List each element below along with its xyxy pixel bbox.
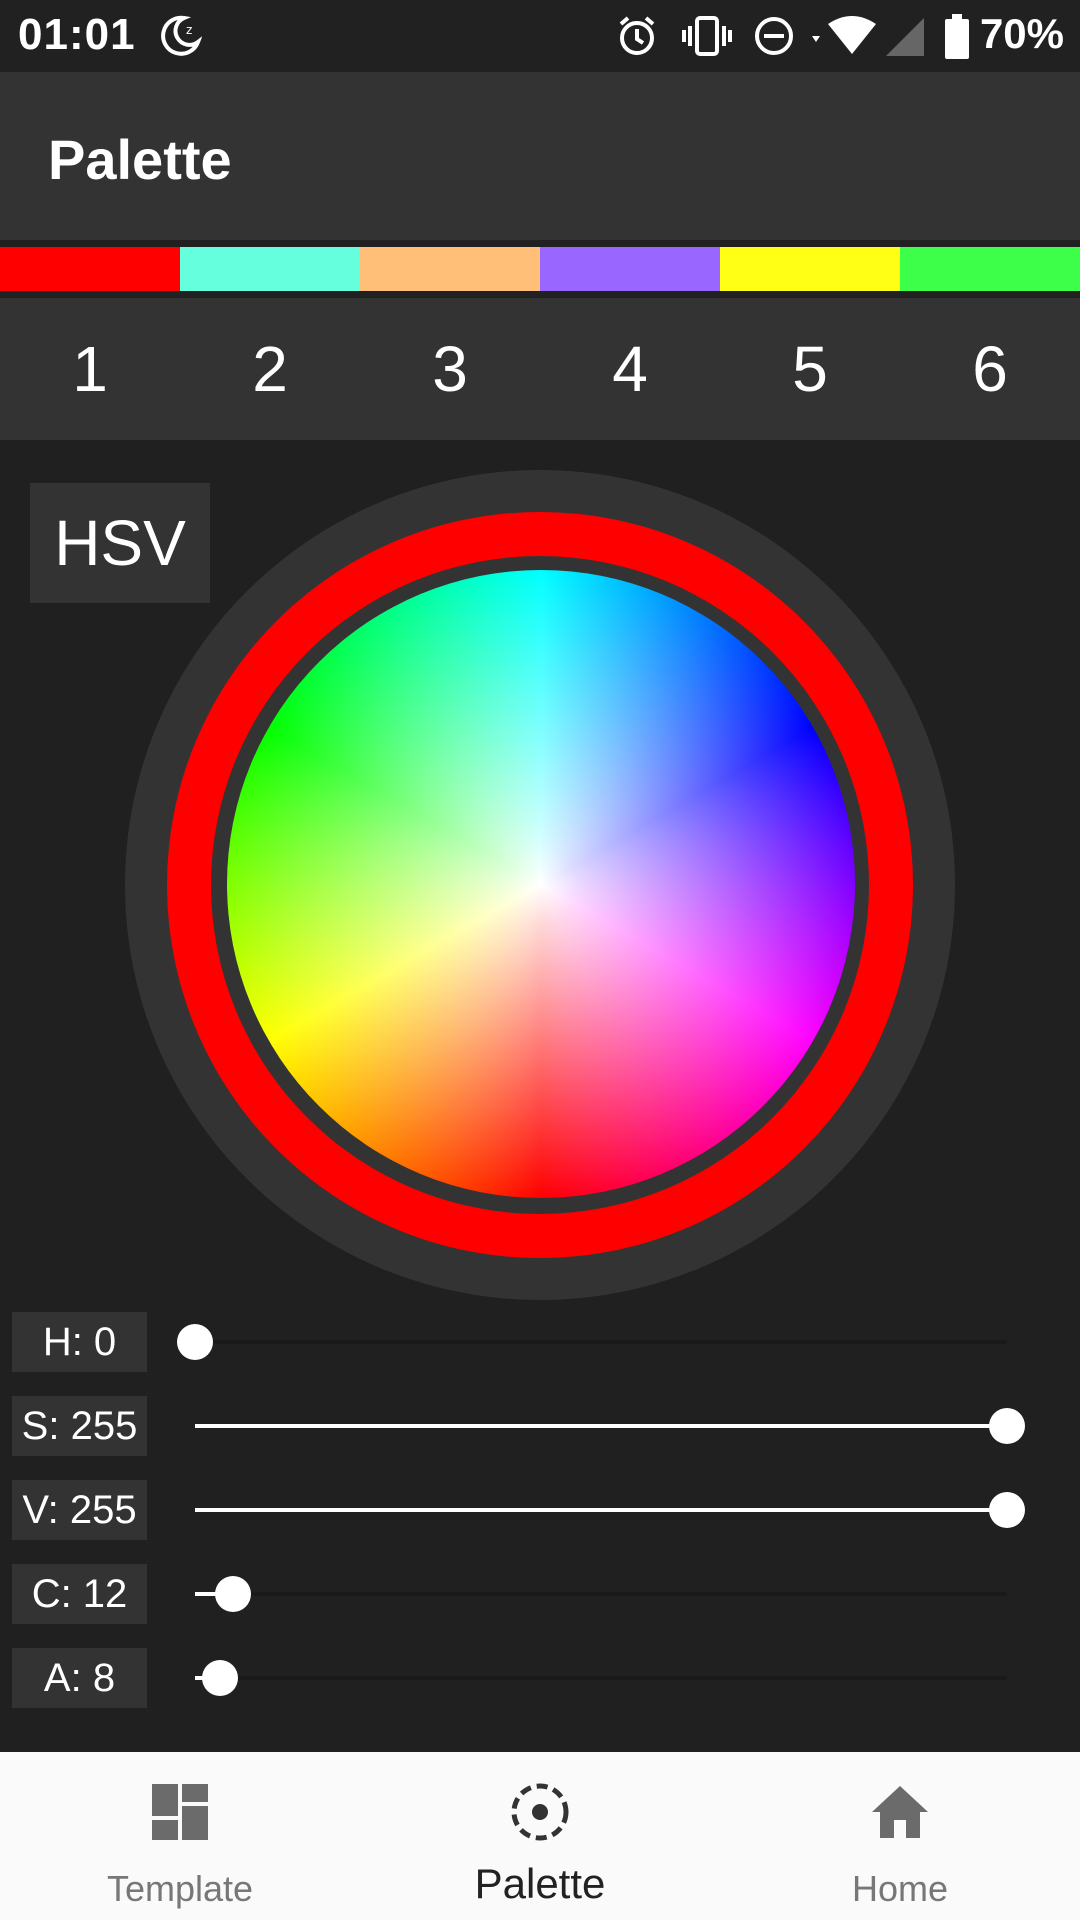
do-not-disturb-moon-icon: z (158, 14, 203, 63)
alarm-icon (615, 14, 659, 63)
palette-swatch-6[interactable] (900, 247, 1080, 291)
svg-text:z: z (186, 23, 192, 37)
cell-signal-icon (884, 14, 928, 63)
vibrate-icon (682, 14, 732, 63)
palette-swatch-4[interactable] (540, 247, 720, 291)
nav-item-home[interactable]: Home (720, 1752, 1080, 1920)
c-slider-row: C: 12 (0, 1562, 1080, 1626)
hue-label: H: 0 (12, 1312, 147, 1372)
wifi-icon (810, 14, 880, 63)
value-label: V: 255 (12, 1480, 147, 1540)
app-bar: Palette (0, 72, 1080, 240)
status-bar: 01:01 z 70% (0, 0, 1080, 72)
color-wheel[interactable] (227, 570, 855, 1198)
tab-slot-2[interactable]: 2 (180, 298, 360, 440)
saturation-label: S: 255 (12, 1396, 147, 1456)
saturation-slider-row: S: 255 (0, 1394, 1080, 1458)
tab-slot-1[interactable]: 1 (0, 298, 180, 440)
alpha-label: A: 8 (12, 1648, 147, 1708)
battery-icon (944, 14, 970, 65)
hue-slider-thumb[interactable] (177, 1324, 213, 1360)
nav-label-template: Template (106, 1868, 254, 1909)
palette-color-strip (0, 240, 1080, 300)
saturation-slider-thumb[interactable] (989, 1408, 1025, 1444)
color-mode-button[interactable]: HSV (30, 483, 210, 603)
nav-label-palette: Palette (474, 1860, 606, 1907)
value-slider[interactable] (195, 1492, 1025, 1528)
dnd-minus-icon (752, 14, 796, 63)
c-slider-thumb[interactable] (215, 1576, 252, 1612)
dashboard-icon (150, 1782, 210, 1842)
palette-swatch-1[interactable] (0, 247, 180, 291)
nav-item-palette[interactable]: Palette (360, 1752, 720, 1920)
saturation-slider-fill (195, 1424, 1007, 1428)
page-title: Palette (48, 128, 232, 191)
nav-item-template[interactable]: Template (0, 1752, 360, 1920)
bottom-navigation: Template Palette Home (0, 1752, 1080, 1920)
status-time: 01:01 (18, 10, 136, 59)
color-target-icon (510, 1782, 570, 1842)
alpha-slider-thumb[interactable] (202, 1660, 239, 1696)
palette-slot-tabs: 1 2 3 4 5 6 (0, 298, 1080, 440)
value-slider-thumb[interactable] (989, 1492, 1025, 1528)
home-icon (870, 1782, 930, 1842)
hue-slider-row: H: 0 (0, 1310, 1080, 1374)
palette-swatch-3[interactable] (360, 247, 540, 291)
tab-slot-6[interactable]: 6 (900, 298, 1080, 440)
value-slider-row: V: 255 (0, 1478, 1080, 1542)
palette-swatch-5[interactable] (720, 247, 900, 291)
alpha-slider[interactable] (195, 1660, 1007, 1696)
battery-percent: 70% (979, 10, 1064, 57)
tab-slot-3[interactable]: 3 (360, 298, 540, 440)
alpha-slider-row: A: 8 (0, 1646, 1080, 1710)
tab-slot-4[interactable]: 4 (540, 298, 720, 440)
saturation-slider[interactable] (195, 1408, 1025, 1444)
palette-swatch-2[interactable] (180, 247, 360, 291)
nav-label-home: Home (851, 1868, 949, 1909)
c-slider[interactable] (195, 1576, 1007, 1612)
hue-slider[interactable] (177, 1324, 1007, 1360)
value-slider-fill (195, 1508, 1007, 1512)
c-label: C: 12 (12, 1564, 147, 1624)
tab-slot-5[interactable]: 5 (720, 298, 900, 440)
